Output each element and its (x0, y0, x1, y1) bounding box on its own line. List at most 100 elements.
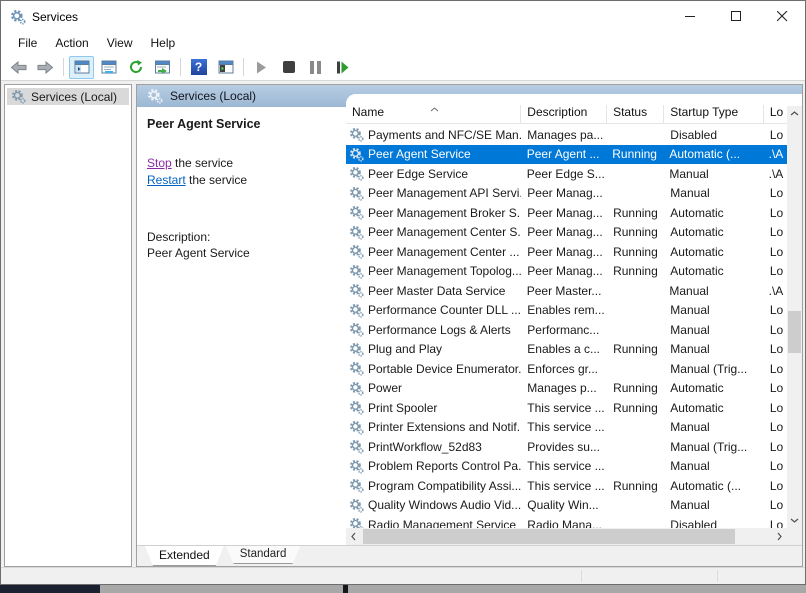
menu-file[interactable]: File (9, 34, 46, 52)
export-list-icon (154, 59, 171, 75)
export-list-button[interactable] (150, 56, 175, 79)
service-name: Peer Management Topolog... (368, 264, 521, 278)
service-name-cell: Print Spooler (346, 400, 521, 415)
restart-service-button[interactable] (330, 56, 355, 79)
column-header-name[interactable]: Name (346, 105, 521, 123)
service-name-cell: Problem Reports Control Pa... (346, 459, 521, 474)
service-name-cell: Peer Management API Servi... (346, 186, 521, 201)
service-logon: .\A (763, 147, 787, 161)
service-row[interactable]: Peer Master Data Service Peer Master... … (346, 281, 787, 301)
minimize-button[interactable] (667, 1, 713, 32)
scroll-right-icon[interactable] (772, 528, 787, 545)
stop-service-link[interactable]: Stop (147, 156, 172, 170)
service-row[interactable]: Power Manages p... Running Automatic Lo (346, 379, 787, 399)
service-row[interactable]: Printer Extensions and Notif... This ser… (346, 418, 787, 438)
forward-button[interactable] (33, 56, 58, 79)
properties-icon (101, 59, 117, 75)
stop-service-button[interactable] (276, 56, 301, 79)
column-header-logon[interactable]: Lo (764, 105, 787, 123)
service-row[interactable]: Peer Agent Service Peer Agent ... Runnin… (346, 145, 787, 165)
service-gear-icon (349, 225, 364, 240)
service-logon: Lo (764, 498, 787, 512)
service-row[interactable]: Peer Management Topolog... Peer Manag...… (346, 262, 787, 282)
tab-extended[interactable]: Extended (145, 546, 224, 566)
service-status: Running (607, 245, 664, 259)
service-status: Running (607, 381, 664, 395)
taskbar-tick (343, 585, 348, 593)
help-button[interactable]: ? (186, 56, 211, 79)
menu-help[interactable]: Help (142, 34, 185, 52)
service-row[interactable]: Peer Management Broker S... Peer Manag..… (346, 203, 787, 223)
close-button[interactable] (759, 1, 805, 32)
service-row[interactable]: Quality Windows Audio Vid... Quality Win… (346, 496, 787, 516)
maximize-icon (731, 11, 742, 22)
service-name: Power (368, 381, 402, 395)
scroll-left-icon[interactable] (346, 528, 361, 545)
service-description: Peer Master... (521, 284, 607, 298)
service-row[interactable]: Performance Counter DLL ... Enables rem.… (346, 301, 787, 321)
service-logon: Lo (764, 128, 787, 142)
service-gear-icon (349, 498, 364, 513)
service-logon: Lo (764, 342, 787, 356)
scroll-up-icon[interactable] (787, 106, 802, 121)
service-name: Performance Logs & Alerts (368, 323, 511, 337)
refresh-button[interactable] (123, 56, 148, 79)
column-header-description[interactable]: Description (521, 105, 607, 123)
service-row[interactable]: Program Compatibility Assi... This servi… (346, 476, 787, 496)
column-header-status[interactable]: Status (607, 105, 664, 123)
service-gear-icon (349, 147, 364, 162)
restart-service-link[interactable]: Restart (147, 173, 186, 187)
service-row[interactable]: Print Spooler This service ... Running A… (346, 398, 787, 418)
service-row[interactable]: Payments and NFC/SE Man... Manages pa...… (346, 125, 787, 145)
service-logon: Lo (764, 479, 787, 493)
show-console-tree-button[interactable] (69, 56, 94, 79)
service-description: Radio Mana... (521, 518, 607, 528)
service-name-cell: Peer Management Broker S... (346, 205, 521, 220)
service-row[interactable]: Problem Reports Control Pa... This servi… (346, 457, 787, 477)
service-row[interactable]: Portable Device Enumerator... Enforces g… (346, 359, 787, 379)
back-button[interactable] (6, 56, 31, 79)
service-name: Payments and NFC/SE Man... (368, 128, 521, 142)
column-header-startup-type[interactable]: Startup Type (664, 105, 764, 123)
horizontal-scroll-thumb[interactable] (363, 529, 735, 544)
menu-action[interactable]: Action (46, 34, 97, 52)
title-bar: Services (1, 1, 805, 32)
service-name: Performance Counter DLL ... (368, 303, 521, 317)
start-service-button[interactable] (249, 56, 274, 79)
tree-item-services-local[interactable]: Services (Local) (7, 88, 129, 105)
service-row[interactable]: PrintWorkflow_52d83 Provides su... Manua… (346, 437, 787, 457)
service-gear-icon (349, 400, 364, 415)
service-row[interactable]: Plug and Play Enables a c... Running Man… (346, 340, 787, 360)
service-name: Portable Device Enumerator... (368, 362, 521, 376)
restart-icon (336, 61, 349, 74)
help-icon: ? (191, 59, 207, 75)
tab-standard[interactable]: Standard (226, 546, 301, 564)
service-gear-icon (349, 303, 364, 318)
service-row[interactable]: Peer Management API Servi... Peer Manag.… (346, 184, 787, 204)
service-name-cell: PrintWorkflow_52d83 (346, 439, 521, 454)
service-logon: Lo (764, 440, 787, 454)
service-description: This service ... (521, 401, 607, 415)
properties-button[interactable] (96, 56, 121, 79)
vertical-scroll-thumb[interactable] (788, 311, 801, 353)
service-description: This service ... (521, 420, 607, 434)
service-row[interactable]: Performance Logs & Alerts Performanc... … (346, 320, 787, 340)
service-logon: Lo (764, 206, 787, 220)
service-row[interactable]: Peer Edge Service Peer Edge S... Manual … (346, 164, 787, 184)
service-row[interactable]: Radio Management Service Radio Mana... D… (346, 515, 787, 528)
horizontal-scrollbar[interactable] (346, 528, 787, 545)
maximize-button[interactable] (713, 1, 759, 32)
service-description: Peer Agent ... (521, 147, 607, 161)
service-status: Running (607, 342, 664, 356)
scroll-down-icon[interactable] (787, 513, 802, 528)
service-row[interactable]: Peer Management Center S... Peer Manag..… (346, 223, 787, 243)
service-logon: Lo (764, 245, 787, 259)
pause-service-button[interactable] (303, 56, 328, 79)
close-icon (777, 11, 788, 22)
show-action-pane-button[interactable] (213, 56, 238, 79)
service-logon: .\A (763, 167, 787, 181)
service-startup-type: Automatic (664, 381, 764, 395)
vertical-scrollbar[interactable] (787, 106, 802, 528)
menu-view[interactable]: View (98, 34, 142, 52)
service-row[interactable]: Peer Management Center ... Peer Manag...… (346, 242, 787, 262)
